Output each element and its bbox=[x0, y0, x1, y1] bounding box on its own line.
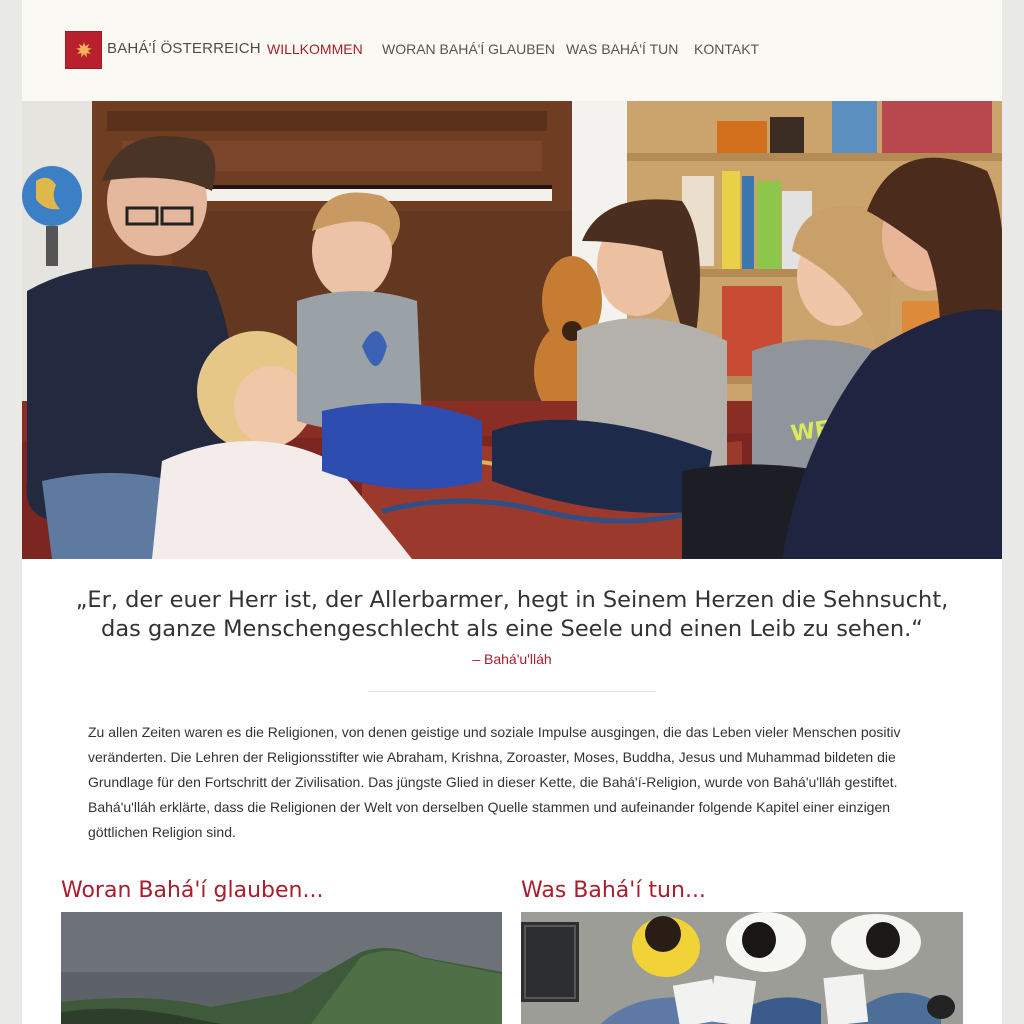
section-title-was-bahai-tun[interactable]: Was Bahá'í tun... bbox=[521, 878, 706, 903]
quote-line: das ganze Menschengeschlecht als eine Se… bbox=[101, 616, 923, 642]
site-header: BAHÁ'Í ÖSTERREICH WILLKOMMEN WORAN BAHÁ'… bbox=[22, 0, 1002, 101]
page: BAHÁ'Í ÖSTERREICH WILLKOMMEN WORAN BAHÁ'… bbox=[22, 0, 1002, 1024]
intro-line: veränderten. Die Lehren der Religionssti… bbox=[88, 749, 896, 765]
nine-pointed-star-icon bbox=[75, 42, 92, 58]
section-title-woran-bahai-glauben[interactable]: Woran Bahá'í glauben... bbox=[61, 878, 323, 903]
intro-line: göttlichen Religion sind. bbox=[88, 824, 236, 840]
nav-willkommen[interactable]: WILLKOMMEN bbox=[267, 41, 363, 57]
intro-line: Bahá'u'lláh erklärte, dass die Religione… bbox=[88, 799, 891, 815]
group-study-image[interactable] bbox=[521, 912, 963, 1024]
nav-woran-bahai-glauben[interactable]: WORAN BAHÁ'Í GLAUBEN bbox=[382, 41, 555, 57]
divider bbox=[368, 691, 656, 692]
intro-paragraph: Zu allen Zeiten waren es die Religionen,… bbox=[88, 720, 938, 845]
nav-kontakt[interactable]: KONTAKT bbox=[694, 41, 759, 57]
site-brand[interactable]: BAHÁ'Í ÖSTERREICH bbox=[107, 40, 261, 57]
quote-text: „Er, der euer Herr ist, der Allerbarmer,… bbox=[22, 586, 1002, 644]
intro-line: Zu allen Zeiten waren es die Religionen,… bbox=[88, 724, 901, 740]
nav-was-bahai-tun[interactable]: WAS BAHÁ'Í TUN bbox=[566, 41, 678, 57]
quote-attribution: – Bahá'u'lláh bbox=[472, 651, 552, 667]
intro-line: Grundlage für den Fortschritt der Zivili… bbox=[88, 774, 898, 790]
hero-image: WE RUN FIE bbox=[22, 101, 1002, 559]
mountain-landscape-image[interactable] bbox=[61, 912, 502, 1024]
quote-line: „Er, der euer Herr ist, der Allerbarmer,… bbox=[75, 587, 949, 613]
logo[interactable] bbox=[65, 31, 102, 69]
